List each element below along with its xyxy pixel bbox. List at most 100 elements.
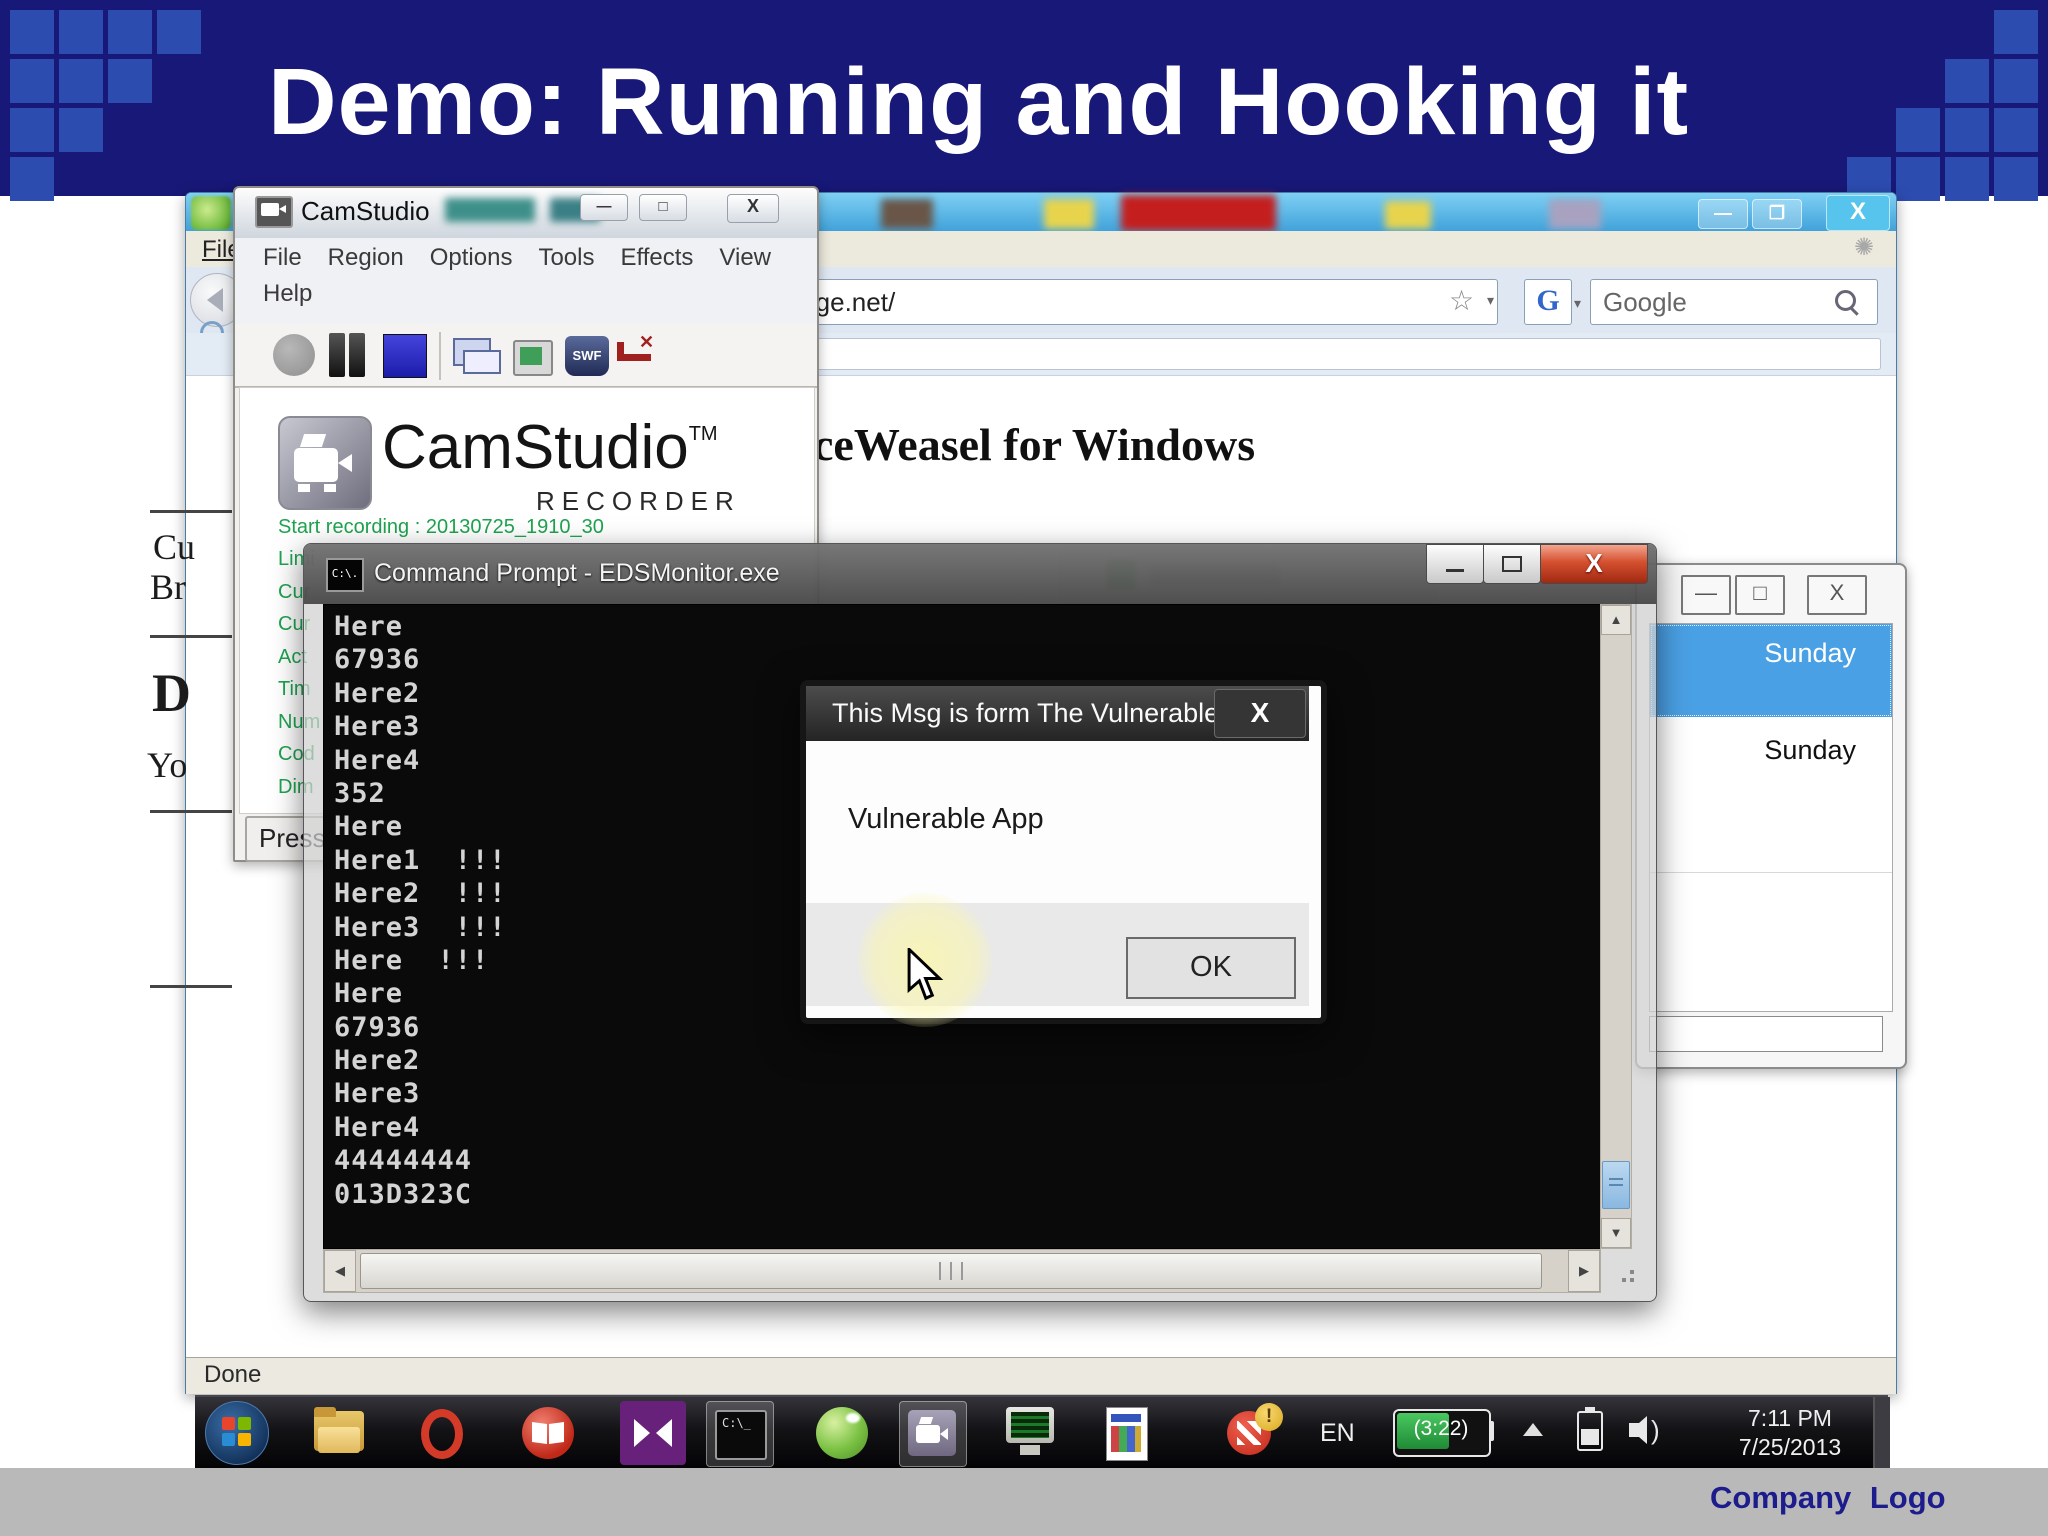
record-button[interactable] [273,334,315,376]
address-text: rge.net/ [807,287,896,317]
decor-square [1994,10,2038,54]
decor-square [59,59,103,103]
titlebar-thumbnail [881,199,933,229]
vapp-close-button[interactable]: X [1807,575,1867,615]
tray-battery-icon[interactable] [1577,1407,1603,1451]
hscroll-thumb[interactable] [360,1253,1542,1289]
start-button[interactable] [205,1401,269,1465]
taskbar-explorer-button[interactable] [306,1401,372,1465]
tray-clock[interactable]: 7:11 PM 7/25/2013 [1715,1403,1865,1461]
cmd-titlebar[interactable]: C:\. Command Prompt - EDSMonitor.exe X [304,544,1656,604]
search-input[interactable]: Google [1590,279,1878,325]
recording-status-line: Start recording : 20130725_1910_30 [278,516,604,538]
tray-language-indicator[interactable]: EN [1320,1419,1355,1448]
stop-button[interactable] [383,334,427,378]
iceweasel-favicon-icon [191,196,231,230]
taskbar-cmd-button[interactable]: C:\_ [706,1401,774,1467]
scroll-down-button[interactable]: ▼ [1601,1218,1631,1248]
camstudio-maximize-button[interactable]: □ [639,194,687,221]
taskbar-gridapp-button[interactable] [1094,1401,1160,1465]
scroll-right-button[interactable]: ▶ [1568,1250,1600,1292]
swf-icon[interactable]: SWF [565,336,609,376]
tray-show-hidden-icons[interactable] [1523,1423,1543,1436]
dialog-close-button[interactable]: X [1214,689,1306,738]
window-resize-grip[interactable] [1610,1258,1636,1284]
vapp-text-input[interactable] [1649,1016,1883,1052]
list-item-label: Sunday [1764,638,1856,668]
camstudio-menu-item[interactable]: Tools [538,244,594,272]
vscroll-thumb[interactable] [1602,1161,1630,1209]
browser-minimize-button[interactable]: — [1698,199,1748,229]
decor-square [108,10,152,54]
camstudio-menu-item[interactable]: View [719,244,771,272]
terminal-line: Here2 !!! [334,878,507,910]
camstudio-close-button[interactable]: X [727,194,779,223]
camera-body [294,448,338,482]
clock-time: 7:11 PM [1748,1405,1832,1431]
browser-maximize-button[interactable]: ❐ [1752,199,1802,229]
taskbar-visualstudio-button[interactable] [620,1401,686,1465]
page-rule [150,635,232,638]
vapp-listbox: Sunday Sunday [1649,623,1893,1012]
camstudio-menu-item[interactable]: File [263,244,302,272]
vulnerable-app-window: — □ X Sunday Sunday [1635,563,1907,1069]
star-dropdown-icon[interactable]: ▾ [1487,292,1494,309]
camstudio-logo-sub: RECORDER [536,486,741,516]
terminal-line: Here2 [334,677,421,709]
opera-icon [421,1409,463,1459]
browser-statusbar: Done [186,1357,1896,1394]
bookmark-star-icon[interactable]: ☆ [1449,284,1474,317]
cmd-maximize-button[interactable] [1483,544,1541,584]
globe-icon [816,1407,868,1459]
taskbar-camstudio-button[interactable] [899,1401,967,1467]
list-item[interactable]: Sunday [1650,717,1892,873]
show-desktop-button[interactable] [1873,1397,1890,1470]
pause-button-bar[interactable] [349,333,365,377]
dialog-titlebar[interactable]: This Msg is form The Vulnerable A... X [806,686,1309,741]
camstudio-titlebar[interactable]: CamStudio — □ X [235,188,817,239]
camstudio-menu-item[interactable]: Region [328,244,404,272]
cmd-vscrollbar[interactable]: ▲ ▼ [1600,604,1632,1249]
terminal-line: 352 [334,777,386,809]
search-engine-dropdown-icon[interactable]: ▾ [1574,295,1581,312]
cmd-hscrollbar[interactable]: ◀ ▶ [323,1249,1601,1293]
search-magnifier-handle [1850,307,1859,316]
vapp-minimize-button[interactable]: — [1681,575,1731,615]
taskbar-iceweasel-button[interactable] [810,1401,876,1465]
terminal-line: 013D323C [334,1178,473,1210]
terminal-line: Here4 [334,1111,421,1143]
taskbar-reader-button[interactable] [516,1401,582,1465]
titlebar-thumbnail [1549,199,1601,229]
camstudio-menubar: File Region Options Tools Effects View Help [235,238,817,325]
camstudio-menu-help[interactable]: Help [235,272,817,308]
camstudio-minimize-button[interactable]: — [580,194,628,221]
book-icon [522,1407,574,1459]
scroll-left-button[interactable]: ◀ [324,1250,356,1292]
search-placeholder-text: Google [1603,287,1687,317]
search-engine-button[interactable]: G [1524,279,1572,325]
dialog-ok-button[interactable]: OK [1126,937,1296,999]
browser-close-button[interactable]: X [1826,195,1890,231]
terminal-line: Here2 [334,1045,421,1077]
list-item-selected[interactable]: Sunday [1650,624,1892,717]
tray-actioncenter-flag[interactable]: ! [1223,1401,1283,1465]
terminal-output: Here 67936 Here2 Here3 Here4 352 Here Here1 !!!… [334,611,507,1212]
dialog-body: Vulnerable App [806,741,1309,903]
slide-bottom-strip: Company Logo [0,1468,2048,1536]
vapp-maximize-button[interactable]: □ [1735,575,1785,615]
titlebar-thumbnail [1385,201,1431,229]
taskbar-opera-button[interactable] [408,1401,474,1465]
cmd-minimize-button[interactable] [1426,544,1484,584]
terminal-line: Here3 !!! [334,911,507,943]
scroll-up-button[interactable]: ▲ [1601,605,1631,635]
terminal-line: Here3 [334,711,421,743]
tray-battery-meter[interactable]: (3:22) [1393,1409,1494,1457]
camstudio-menu-item[interactable]: Effects [620,244,693,272]
pause-button[interactable] [329,333,345,377]
decor-square [10,108,54,152]
cmd-close-button[interactable]: X [1540,544,1648,584]
camstudio-menu-item[interactable]: Options [430,244,513,272]
taskbar-monitor-app-button[interactable] [998,1401,1064,1465]
status-text: Done [204,1361,262,1388]
avi-icon[interactable] [513,340,553,376]
